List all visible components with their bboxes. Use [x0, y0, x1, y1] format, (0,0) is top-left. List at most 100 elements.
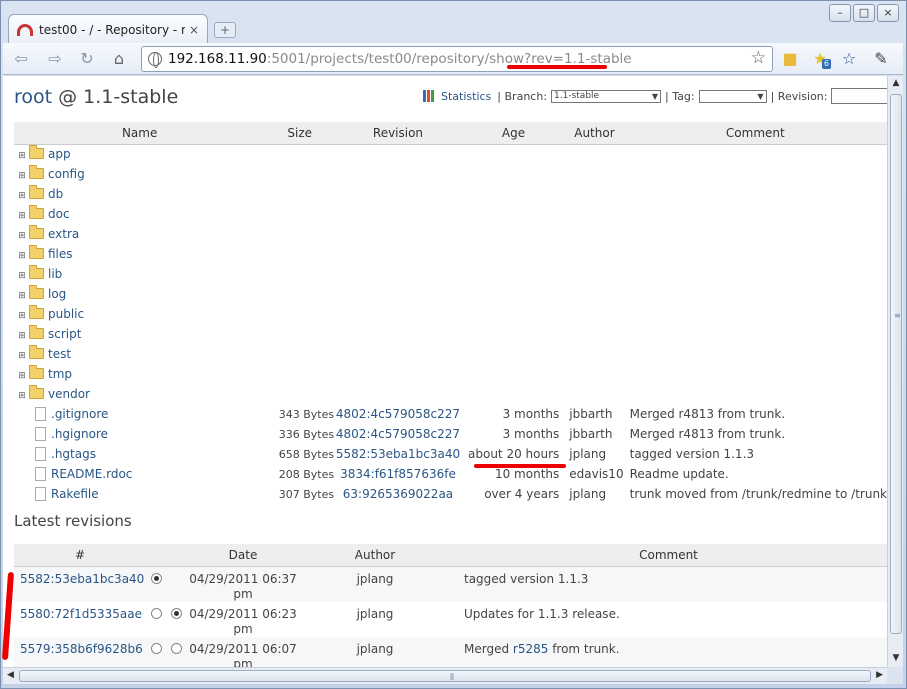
file-link[interactable]: .hgtags	[51, 447, 96, 461]
table-row: 5579:358b6f9628b6 04/29/2011 06:07 pm jplan…	[14, 636, 887, 668]
folder-cell: ⊞ db	[14, 184, 265, 204]
file-icon	[35, 447, 46, 461]
folder-icon[interactable]: ■	[780, 49, 800, 69]
folder-icon	[29, 305, 44, 319]
expand-icon[interactable]: ⊞	[18, 351, 26, 361]
scroll-up-icon[interactable]: ▲	[890, 78, 902, 90]
file-cell: .gitignore	[14, 404, 265, 424]
folder-link[interactable]: db	[48, 187, 63, 201]
revision-label: Revision:	[777, 89, 828, 103]
revision-link[interactable]: 63:9265369022aa	[343, 487, 453, 501]
wrench-icon[interactable]: ✎	[871, 49, 891, 69]
bookmark-star-icon[interactable]: ☆	[839, 49, 859, 69]
vertical-scroll-thumb[interactable]: ≡	[890, 94, 902, 634]
home-icon[interactable]: ⌂	[107, 47, 131, 71]
tag-select[interactable]	[698, 89, 767, 103]
diff-to-radio[interactable]	[150, 572, 162, 584]
branch-select[interactable]: 1.1-stable	[551, 89, 662, 103]
folder-link[interactable]: log	[48, 287, 66, 301]
scroll-down-icon[interactable]: ▼	[890, 653, 902, 665]
separator: |	[665, 89, 669, 103]
file-age: 3 months	[502, 427, 560, 441]
file-link[interactable]: .hgignore	[51, 427, 108, 441]
folder-link[interactable]: tmp	[48, 367, 72, 381]
reload-icon[interactable]: ↻	[75, 47, 99, 71]
folder-link[interactable]: files	[48, 247, 73, 261]
revision-link[interactable]: 3834:f61f857636fe	[340, 467, 456, 481]
diff-to-radio[interactable]	[170, 642, 182, 654]
close-window-button[interactable]: ×	[877, 4, 899, 22]
expand-icon[interactable]: ⊞	[18, 291, 26, 301]
expand-icon[interactable]: ⊞	[18, 331, 26, 341]
separator: |	[497, 89, 502, 103]
revision-link[interactable]: 5580:72f1d5335aae	[20, 607, 142, 621]
column-header[interactable]: Name	[14, 122, 266, 145]
expand-icon[interactable]: ⊞	[18, 151, 26, 161]
revision-date: 04/29/2011 06:07 pm	[186, 637, 300, 668]
column-header[interactable]: Revision	[334, 122, 462, 145]
expand-icon[interactable]: ⊞	[18, 211, 26, 221]
folder-link[interactable]: test	[48, 347, 71, 361]
file-icon	[35, 407, 46, 421]
forward-icon[interactable]: ⇨	[43, 47, 67, 71]
file-comment: Merged r4813 from trunk.	[629, 407, 786, 421]
maximize-button[interactable]: □	[853, 4, 875, 22]
diff-from-radio[interactable]	[150, 642, 162, 654]
revision-link[interactable]: 5582:53eba1bc3a40	[336, 447, 460, 461]
globe-icon	[148, 52, 162, 68]
revision-link[interactable]: 5582:53eba1bc3a40	[20, 572, 144, 586]
diff-from-radio[interactable]	[150, 607, 162, 619]
folder-link[interactable]: doc	[48, 207, 70, 221]
table-row: ⊞ extra	[14, 224, 887, 244]
revision-link[interactable]: 4802:4c579058c227	[336, 427, 460, 441]
horizontal-scrollbar[interactable]: ◀ ⦀ ▶	[3, 667, 887, 684]
column-header[interactable]: Age	[461, 122, 566, 145]
expand-icon[interactable]: ⊞	[18, 171, 26, 181]
star-icon[interactable]: ☆	[751, 48, 766, 68]
file-link[interactable]: Rakefile	[51, 487, 99, 501]
empty-cell	[265, 264, 887, 284]
revision-input[interactable]	[831, 88, 887, 104]
file-author: jplang	[569, 487, 607, 501]
diff-to-radio[interactable]	[170, 607, 182, 619]
address-bar[interactable]: 192.168.11.90:5001/projects/test00/repos…	[141, 46, 773, 72]
folder-link[interactable]: vendor	[48, 387, 90, 401]
folder-link[interactable]: extra	[48, 227, 79, 241]
folder-link[interactable]: config	[48, 167, 85, 181]
folder-link[interactable]: lib	[48, 267, 62, 281]
root-link[interactable]: root	[14, 86, 52, 108]
comment-revision-link[interactable]: r5285	[513, 642, 548, 656]
expand-icon[interactable]: ⊞	[18, 271, 26, 281]
expand-icon[interactable]: ⊞	[18, 231, 26, 241]
expand-icon[interactable]: ⊞	[18, 191, 26, 201]
statistics-link[interactable]: Statistics	[441, 90, 491, 103]
tab-close-icon[interactable]: ×	[189, 23, 199, 37]
revision-link[interactable]: 5579:358b6f9628b6	[20, 642, 143, 656]
new-tab-button[interactable]: +	[214, 22, 236, 38]
minimize-button[interactable]: –	[829, 4, 851, 22]
vertical-scrollbar[interactable]: ▲ ≡ ▼	[887, 76, 903, 667]
column-header[interactable]: Author	[565, 122, 624, 145]
file-link[interactable]: README.rdoc	[51, 467, 132, 481]
back-icon[interactable]: ⇦	[9, 47, 33, 71]
table-row: ⊞ files	[14, 244, 887, 264]
revision-link[interactable]: 4802:4c579058c227	[336, 407, 460, 421]
browser-tab[interactable]: test00 - / - Repository - r... ×	[8, 14, 208, 44]
folder-link[interactable]: script	[48, 327, 81, 341]
file-link[interactable]: .gitignore	[51, 407, 108, 421]
expand-icon[interactable]: ⊞	[18, 251, 26, 261]
column-header[interactable]: Comment	[623, 122, 887, 145]
column-header[interactable]: Size	[265, 122, 335, 145]
expand-icon[interactable]: ⊞	[18, 311, 26, 321]
expand-icon[interactable]: ⊞	[18, 391, 26, 401]
horizontal-scroll-thumb[interactable]: ⦀	[19, 670, 871, 683]
scroll-right-icon[interactable]: ▶	[876, 670, 883, 680]
file-size: 336 Bytes	[278, 427, 335, 441]
folder-link[interactable]: app	[48, 147, 71, 161]
expand-icon[interactable]: ⊞	[18, 371, 26, 381]
file-age: over 4 years	[484, 487, 560, 501]
extension-icon[interactable]: ★ 6	[810, 49, 832, 69]
folder-link[interactable]: public	[48, 307, 84, 321]
scroll-left-icon[interactable]: ◀	[7, 670, 14, 680]
table-row: ⊞ public	[14, 304, 887, 324]
